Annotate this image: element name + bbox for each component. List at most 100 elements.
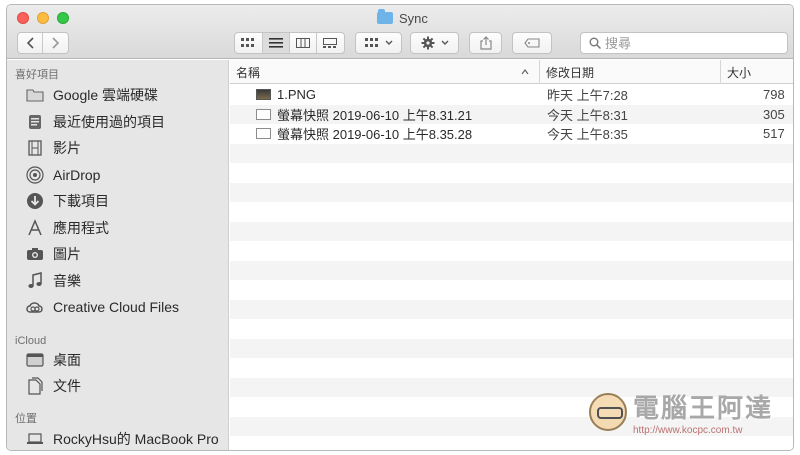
finder-window: Sync 搜尋 喜好項目 Google 雲端硬碟 最近使用過的項目 影片 Air…: [6, 4, 794, 451]
sort-ascending-icon: [521, 69, 529, 75]
window-title-text: Sync: [399, 10, 428, 26]
share-button[interactable]: [469, 32, 502, 54]
arrange-menu-button[interactable]: [355, 32, 402, 54]
search-field[interactable]: [580, 32, 788, 54]
empty-row: [230, 241, 793, 261]
column-size-header[interactable]: 大小: [721, 60, 793, 84]
grid-icon: [364, 38, 378, 47]
sidebar-item-label: 影片: [53, 140, 81, 157]
sidebar-item-label: 應用程式: [53, 219, 109, 236]
window-title: Sync: [377, 9, 428, 27]
tag-button[interactable]: [512, 32, 552, 54]
empty-row: [230, 182, 793, 202]
view-mode-control: [234, 32, 345, 54]
sidebar-item-macbook[interactable]: RockyHsu的 MacBook Pro: [7, 426, 228, 451]
airdrop-icon: [25, 166, 45, 184]
action-menu-button[interactable]: [410, 32, 459, 54]
close-window-button[interactable]: [17, 12, 29, 24]
icon-view-icon: [241, 38, 255, 47]
tag-icon: [524, 38, 540, 48]
search-input[interactable]: [605, 35, 775, 51]
list-view-button[interactable]: [262, 33, 290, 53]
column-view-icon: [295, 38, 310, 48]
sidebar-item-movies[interactable]: 影片: [7, 135, 228, 162]
screenshot-file-icon: [256, 108, 271, 120]
chevron-left-icon: [26, 37, 34, 49]
sidebar-item-desktop[interactable]: 桌面: [7, 347, 228, 374]
table-row[interactable]: 1.PNG 昨天 上午7:28 798: [230, 85, 793, 105]
file-name: 螢幕快照 2019-06-10 上午8.35.28: [277, 127, 473, 143]
empty-row: [230, 358, 793, 378]
sidebar-item-music[interactable]: 音樂: [7, 268, 228, 295]
list-view-icon: [268, 38, 283, 48]
chevron-down-icon: [441, 40, 448, 45]
minimize-window-button[interactable]: [37, 12, 49, 24]
chevron-right-icon: [51, 37, 59, 49]
sidebar-item-documents[interactable]: 文件: [7, 373, 228, 400]
empty-row: [230, 280, 793, 300]
empty-row: [230, 260, 793, 280]
file-date: 昨天 上午7:28: [547, 88, 628, 104]
toolbar: Sync: [7, 5, 793, 59]
document-icon: [25, 377, 45, 395]
watermark-title: 電腦王阿達: [632, 393, 773, 423]
mascot-logo-icon: [588, 393, 627, 431]
empty-row: [230, 319, 793, 339]
file-date: 今天 上午8:35: [547, 127, 628, 143]
music-icon: [25, 271, 45, 290]
file-list-pane: 名稱 修改日期 大小 1.PNG 昨天 上午7:28 798 螢幕快照 2019…: [230, 60, 793, 450]
download-icon: [25, 192, 45, 210]
sidebar-item-label: 文件: [53, 378, 81, 395]
creative-cloud-icon: [25, 298, 45, 316]
icloud-section-label: iCloud: [15, 334, 47, 347]
sidebar-item-google-drive[interactable]: Google 雲端硬碟: [7, 82, 228, 109]
column-name-header[interactable]: 名稱: [230, 60, 540, 84]
screenshot-file-icon: [256, 128, 271, 140]
sidebar-item-label: Creative Cloud Files: [53, 299, 180, 316]
desktop-icon: [25, 351, 45, 369]
sidebar-item-recents[interactable]: 最近使用過的項目: [7, 109, 228, 136]
gallery-view-button[interactable]: [317, 33, 344, 53]
sidebar-item-creative-cloud[interactable]: Creative Cloud Files: [7, 294, 228, 321]
gear-icon: [421, 36, 434, 50]
sidebar-item-label: Google 雲端硬碟: [53, 87, 159, 104]
back-button[interactable]: [18, 33, 44, 53]
empty-row: [230, 143, 793, 163]
camera-icon: [25, 245, 45, 263]
sidebar-item-airdrop[interactable]: AirDrop: [7, 162, 228, 189]
image-file-icon: [256, 89, 271, 101]
navigation-buttons: [17, 32, 69, 54]
table-row[interactable]: 螢幕快照 2019-06-10 上午8.31.21 今天 上午8:31 305: [230, 104, 793, 124]
column-view-button[interactable]: [290, 33, 317, 53]
zoom-window-button[interactable]: [57, 12, 69, 24]
folder-icon: [377, 9, 393, 24]
watermark-url: http://www.kocpc.com.tw: [632, 425, 743, 436]
sidebar-item-applications[interactable]: 應用程式: [7, 215, 228, 242]
empty-row: [230, 338, 793, 358]
file-name: 螢幕快照 2019-06-10 上午8.31.21: [277, 107, 473, 123]
table-row[interactable]: 螢幕快照 2019-06-10 上午8.35.28 今天 上午8:35 517: [230, 124, 793, 144]
column-header: 名稱 修改日期 大小: [230, 60, 793, 84]
favorites-section-label: 喜好項目: [15, 69, 59, 81]
sidebar-item-label: 桌面: [53, 351, 81, 368]
gallery-view-icon: [323, 38, 338, 48]
icon-view-button[interactable]: [235, 33, 263, 53]
sidebar-item-pictures[interactable]: 圖片: [7, 241, 228, 268]
sidebar-item-label: 下載項目: [53, 193, 109, 210]
column-size-label: 大小: [727, 65, 752, 80]
column-date-header[interactable]: 修改日期: [540, 60, 721, 84]
empty-row: [230, 202, 793, 222]
sidebar-item-label: 音樂: [53, 272, 81, 289]
sidebar-item-label: AirDrop: [53, 166, 101, 183]
share-icon: [479, 36, 492, 50]
forward-button[interactable]: [43, 33, 68, 53]
file-date: 今天 上午8:31: [547, 107, 628, 123]
file-name: 1.PNG: [277, 87, 317, 103]
sidebar-item-label: 圖片: [53, 246, 81, 263]
sidebar-item-downloads[interactable]: 下載項目: [7, 188, 228, 215]
recents-icon: [25, 113, 45, 131]
search-icon: [589, 37, 601, 49]
locations-section-label: 位置: [15, 412, 37, 425]
empty-row: [230, 221, 793, 241]
empty-row: [230, 299, 793, 319]
